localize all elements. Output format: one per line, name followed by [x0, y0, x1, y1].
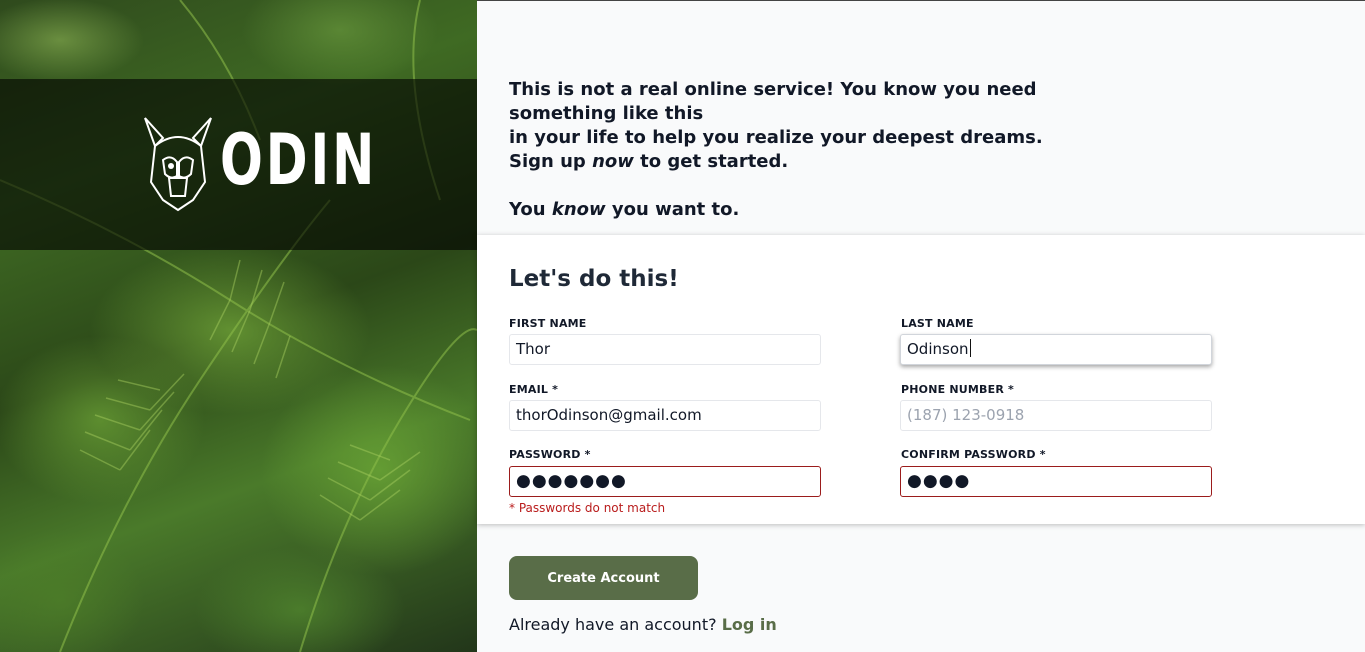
intro-line-4-end: you want to. — [605, 199, 740, 220]
intro-line-4-start: You — [509, 199, 552, 220]
confirm-password-label: CONFIRM PASSWORD * — [901, 448, 1046, 461]
password-mismatch-error: * Passwords do not match — [509, 501, 666, 515]
form-title: Let's do this! — [509, 266, 679, 292]
confirm-password-field[interactable]: ●●●● — [900, 466, 1212, 497]
password-field[interactable]: ●●●●●●● — [509, 466, 821, 497]
intro-text: This is not a real online service! You k… — [509, 78, 1149, 222]
first-name-label: FIRST NAME — [509, 317, 587, 330]
last-name-label: LAST NAME — [901, 317, 974, 330]
intro-line-2: in your life to help you realize your de… — [509, 127, 1043, 148]
email-field[interactable]: thorOdinson@gmail.com — [509, 400, 821, 431]
password-masked-value: ●●●●●●● — [516, 471, 627, 491]
brand-logo-text: ODIN — [220, 119, 378, 201]
password-label: PASSWORD * — [509, 448, 591, 461]
email-label: EMAIL * — [509, 383, 559, 396]
text-cursor — [969, 339, 971, 357]
first-name-field[interactable]: Thor — [509, 334, 821, 365]
viking-helmet-icon — [144, 117, 212, 212]
phone-number-placeholder: (187) 123-0918 — [907, 406, 1025, 424]
create-account-button[interactable]: Create Account — [509, 556, 698, 600]
phone-number-field[interactable]: (187) 123-0918 — [900, 400, 1212, 431]
hero-image-panel: ODIN — [0, 0, 477, 652]
intro-line-3-end: to get started. — [633, 151, 789, 172]
login-prompt: Already have an account? Log in — [509, 615, 777, 634]
intro-line-3-emphasis: now — [592, 151, 634, 172]
email-value: thorOdinson@gmail.com — [516, 406, 702, 424]
last-name-value: Odinson — [907, 340, 969, 358]
confirm-password-masked-value: ●●●● — [907, 471, 971, 491]
intro-line-4-emphasis: know — [551, 199, 606, 220]
intro-line-1: This is not a real online service! You k… — [509, 79, 1037, 124]
login-prompt-text: Already have an account? — [509, 615, 717, 634]
first-name-value: Thor — [516, 340, 551, 358]
intro-line-3-start: Sign up — [509, 151, 593, 172]
phone-number-label: PHONE NUMBER * — [901, 383, 1015, 396]
last-name-field[interactable]: Odinson — [900, 334, 1212, 365]
login-link[interactable]: Log in — [722, 615, 777, 634]
